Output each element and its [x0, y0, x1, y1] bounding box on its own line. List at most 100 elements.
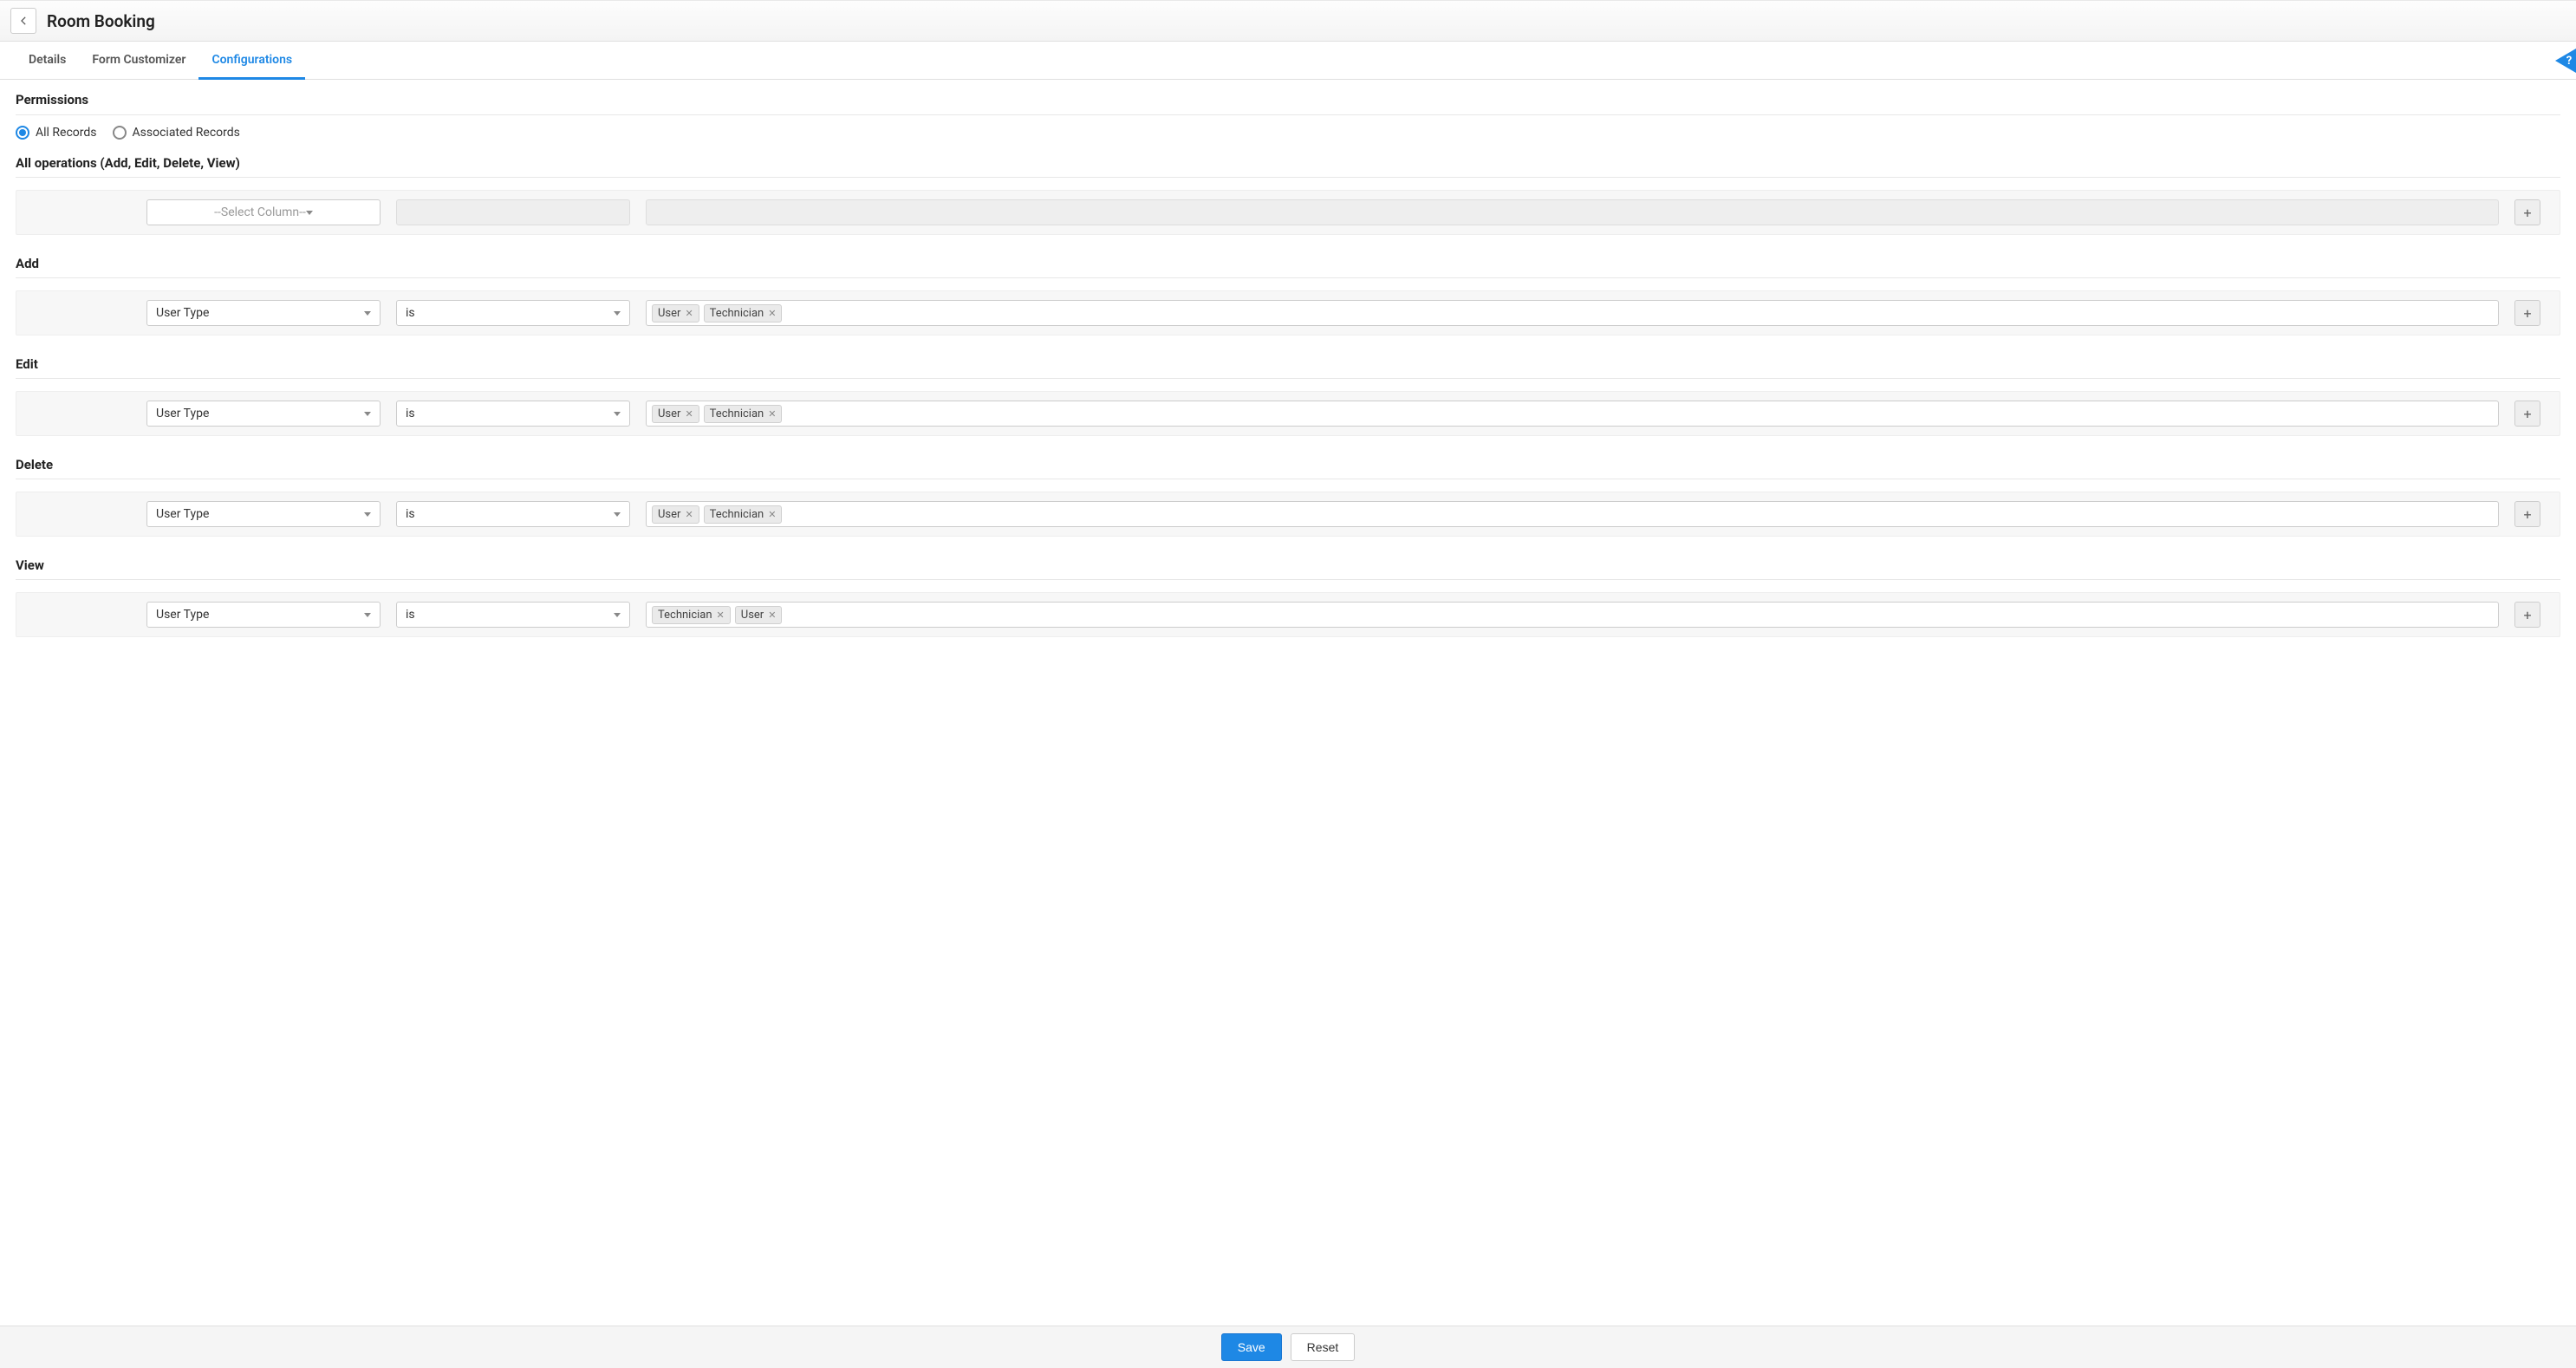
radio-circle-icon: [113, 126, 127, 140]
tag-remove-icon[interactable]: ✕: [768, 409, 776, 419]
tab-configurations[interactable]: Configurations: [198, 42, 305, 80]
tag-remove-icon[interactable]: ✕: [717, 610, 725, 620]
condition-row: User Type is User ✕ Technician ✕ +: [16, 290, 2560, 335]
reset-button[interactable]: Reset: [1291, 1333, 1356, 1361]
tag-label: User: [658, 508, 680, 521]
chevron-down-icon: [364, 311, 371, 316]
tag-label: User: [658, 307, 680, 320]
chevron-down-icon: [614, 613, 621, 617]
tag: Technician ✕: [704, 405, 783, 423]
condition-row: User Type is User ✕ Technician ✕ +: [16, 391, 2560, 436]
tabs-bar: DetailsForm CustomizerConfigurations ?: [0, 42, 2576, 80]
add-condition-button[interactable]: +: [2514, 300, 2540, 326]
operation-section: View User Type is Technician ✕ User ✕ +: [16, 557, 2560, 637]
radio-circle-icon: [16, 126, 29, 140]
help-button[interactable]: ?: [2555, 49, 2576, 73]
tag-remove-icon[interactable]: ✕: [768, 610, 776, 620]
operator-select[interactable]: is: [396, 401, 630, 427]
chevron-down-icon: [364, 613, 371, 617]
add-condition-button[interactable]: +: [2514, 501, 2540, 527]
add-condition-button[interactable]: +: [2514, 401, 2540, 427]
operation-section: All operations (Add, Edit, Delete, View)…: [16, 155, 2560, 235]
chevron-down-icon: [614, 512, 621, 517]
tag: Technician ✕: [652, 606, 731, 624]
condition-row: User Type is User ✕ Technician ✕ +: [16, 492, 2560, 537]
select-value: User Type: [156, 306, 209, 320]
tag-label: Technician: [710, 307, 764, 320]
permissions-heading: Permissions: [16, 92, 2560, 115]
tag-remove-icon[interactable]: ✕: [685, 409, 693, 419]
add-condition-button[interactable]: +: [2514, 199, 2540, 225]
radio-label: Associated Records: [133, 126, 240, 140]
tag: User ✕: [652, 405, 699, 423]
operation-section: Delete User Type is User ✕ Technician ✕ +: [16, 457, 2560, 537]
chevron-down-icon: [364, 412, 371, 416]
select-value: User Type: [156, 407, 209, 420]
add-condition-button[interactable]: +: [2514, 602, 2540, 628]
tag: Technician ✕: [704, 505, 783, 524]
column-select[interactable]: User Type: [146, 501, 381, 527]
tag: Technician ✕: [704, 304, 783, 322]
value-tag-input: [646, 199, 2499, 225]
tag-label: Technician: [710, 508, 764, 521]
tag: User ✕: [735, 606, 783, 624]
operator-select[interactable]: is: [396, 602, 630, 628]
tag-label: User: [658, 407, 680, 420]
records-radio-group: All Records Associated Records: [16, 126, 2560, 140]
column-select[interactable]: User Type: [146, 401, 381, 427]
radio-all-records[interactable]: All Records: [16, 126, 97, 140]
tag-remove-icon[interactable]: ✕: [685, 309, 693, 318]
operation-title: Edit: [16, 356, 2560, 379]
value-tag-input[interactable]: User ✕ Technician ✕: [646, 300, 2499, 326]
select-value: User Type: [156, 507, 209, 521]
save-button[interactable]: Save: [1221, 1333, 1282, 1361]
chevron-down-icon: [364, 512, 371, 517]
tag-label: Technician: [710, 407, 764, 420]
operation-title: Add: [16, 256, 2560, 278]
column-select[interactable]: User Type: [146, 300, 381, 326]
condition-row: --Select Column-- +: [16, 190, 2560, 235]
back-button[interactable]: [10, 8, 36, 34]
tag-label: User: [741, 609, 764, 622]
operation-section: Edit User Type is User ✕ Technician ✕ +: [16, 356, 2560, 436]
value-tag-input[interactable]: User ✕ Technician ✕: [646, 401, 2499, 427]
radio-associated-records[interactable]: Associated Records: [113, 126, 240, 140]
radio-label: All Records: [36, 126, 97, 140]
tag-remove-icon[interactable]: ✕: [768, 309, 776, 318]
content-area: Permissions All Records Associated Recor…: [0, 80, 2576, 719]
operator-select[interactable]: is: [396, 300, 630, 326]
chevron-down-icon: [614, 311, 621, 316]
operator-select: [396, 199, 630, 225]
spacer: [27, 615, 131, 616]
select-value: is: [406, 507, 415, 521]
header-bar: Room Booking: [0, 0, 2576, 42]
tag: User ✕: [652, 304, 699, 322]
column-select[interactable]: --Select Column--: [146, 199, 381, 225]
tab-form-customizer[interactable]: Form Customizer: [79, 42, 198, 80]
select-value: is: [406, 407, 415, 420]
column-select[interactable]: User Type: [146, 602, 381, 628]
operation-title: View: [16, 557, 2560, 580]
tag-remove-icon[interactable]: ✕: [685, 510, 693, 519]
select-value: User Type: [156, 608, 209, 622]
select-value: is: [406, 306, 415, 320]
value-tag-input[interactable]: User ✕ Technician ✕: [646, 501, 2499, 527]
select-value: --Select Column--: [214, 205, 306, 219]
condition-row: User Type is Technician ✕ User ✕ +: [16, 592, 2560, 637]
operation-title: Delete: [16, 457, 2560, 479]
arrow-left-icon: [17, 15, 29, 27]
spacer: [27, 212, 131, 213]
chevron-down-icon: [306, 211, 313, 215]
page-title: Room Booking: [47, 11, 155, 31]
tab-details[interactable]: Details: [16, 42, 79, 80]
value-tag-input[interactable]: Technician ✕ User ✕: [646, 602, 2499, 628]
operator-select[interactable]: is: [396, 501, 630, 527]
tag-remove-icon[interactable]: ✕: [768, 510, 776, 519]
tag-label: Technician: [658, 609, 712, 622]
operation-title: All operations (Add, Edit, Delete, View): [16, 155, 2560, 178]
footer-bar: Save Reset: [0, 1326, 2576, 1368]
tag: User ✕: [652, 505, 699, 524]
spacer: [27, 313, 131, 314]
spacer: [27, 514, 131, 515]
operation-section: Add User Type is User ✕ Technician ✕ +: [16, 256, 2560, 335]
